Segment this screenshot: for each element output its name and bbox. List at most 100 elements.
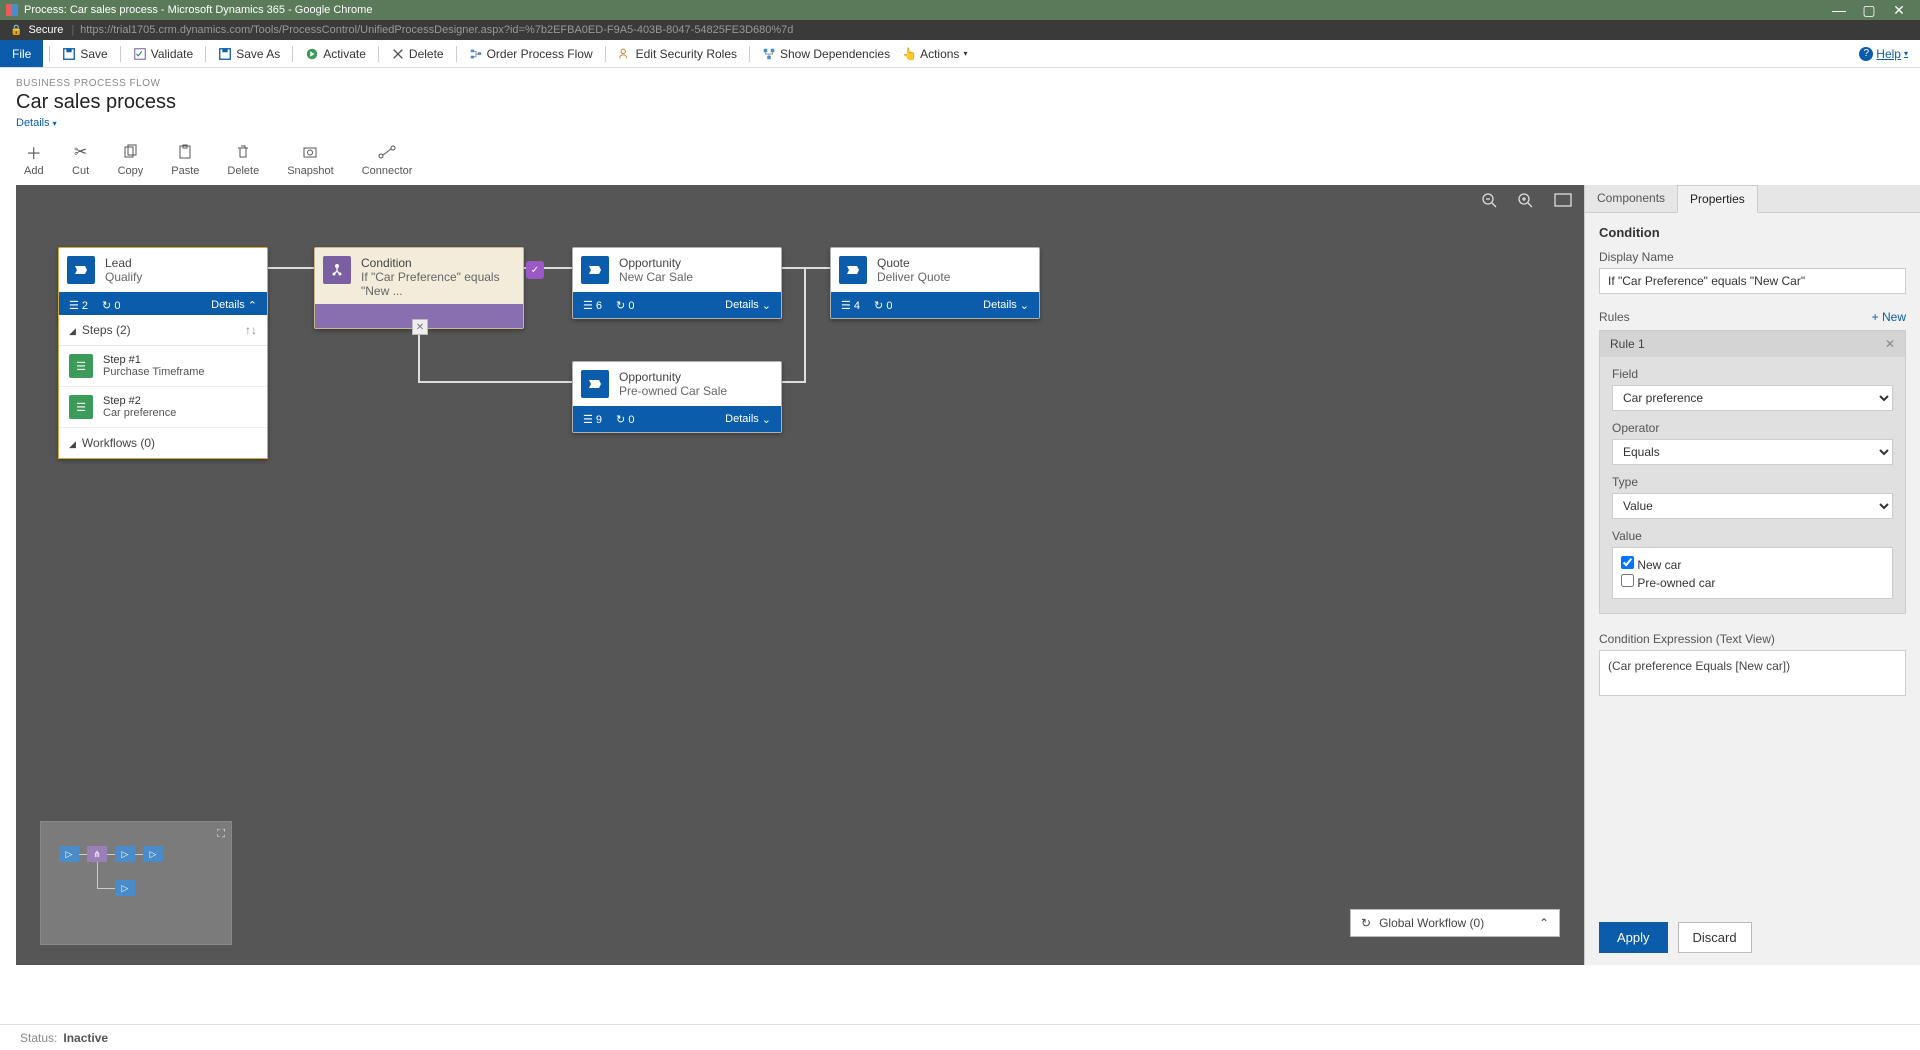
stage-node-opportunity-new[interactable]: Opportunity New Car Sale ☰ 6 ↻ 0 Details… — [572, 247, 782, 319]
flow-canvas[interactable]: Lead Qualify ☰ 2 ↻ 0 Details ⌃ ◢Steps (2… — [16, 185, 1584, 965]
field-select[interactable]: Car preference — [1612, 385, 1893, 411]
checkbox-newcar[interactable] — [1621, 556, 1634, 569]
discard-button[interactable]: Discard — [1678, 922, 1752, 953]
chevron-up-icon: ⌃ — [248, 299, 257, 312]
rule-delete-icon[interactable]: ✕ — [1885, 337, 1895, 351]
stage-node-quote[interactable]: Quote Deliver Quote ☰ 4 ↻ 0 Details ⌄ — [830, 247, 1040, 319]
main-area: Lead Qualify ☰ 2 ↻ 0 Details ⌃ ◢Steps (2… — [0, 185, 1920, 965]
checkbox-preowned[interactable] — [1621, 574, 1634, 587]
tab-properties[interactable]: Properties — [1677, 185, 1758, 213]
actions-icon: 👆 — [902, 47, 916, 61]
order-label: Order Process Flow — [487, 47, 593, 61]
edit-security-button[interactable]: Edit Security Roles — [612, 40, 743, 67]
node-subtitle: Pre-owned Car Sale — [619, 384, 727, 398]
condition-icon — [323, 256, 351, 284]
type-select[interactable]: Value — [1612, 493, 1893, 519]
process-title: Car sales process — [16, 91, 1904, 114]
window-title: Process: Car sales process - Microsoft D… — [24, 4, 1824, 16]
connector-line — [782, 381, 806, 383]
node-title: Opportunity — [619, 370, 727, 384]
apply-button[interactable]: Apply — [1599, 922, 1668, 953]
designer-toolbar: ＋Add ✂Cut Copy Paste Delete Snapshot Con… — [0, 129, 1920, 185]
url-text[interactable]: https://trial1705.crm.dynamics.com/Tools… — [80, 24, 793, 36]
minimap-expand-icon[interactable]: ⛶ — [217, 828, 225, 841]
connector-icon — [378, 143, 396, 161]
new-rule-button[interactable]: + New — [1872, 310, 1906, 324]
condition-node[interactable]: Condition If "Car Preference" equals "Ne… — [314, 247, 524, 329]
properties-section-title: Condition — [1599, 225, 1906, 240]
node-title: Condition — [361, 256, 515, 270]
details-toggle[interactable]: Details ⌄ — [983, 299, 1029, 312]
help-link[interactable]: ? Help ▾ — [1859, 47, 1908, 61]
delete-tool-label: Delete — [227, 165, 259, 177]
details-toggle[interactable]: Details ▾ — [16, 117, 57, 129]
connector-line — [268, 267, 314, 269]
minimap-node: ▷ — [115, 880, 135, 896]
saveas-button[interactable]: Save As — [212, 40, 286, 67]
workflow-count-icon: ↻ 0 — [874, 299, 892, 312]
details-toggle[interactable]: Details ⌄ — [725, 413, 771, 426]
collapse-icon: ◢ — [69, 326, 76, 336]
display-name-label: Display Name — [1599, 250, 1906, 264]
stage-icon — [839, 256, 867, 284]
window-maximize[interactable]: ▢ — [1854, 2, 1884, 19]
file-menu[interactable]: File — [0, 40, 43, 67]
save-button[interactable]: Save — [56, 40, 113, 67]
step-item[interactable]: ☰ Step #2Car preference — [59, 387, 267, 428]
trash-icon — [234, 143, 252, 161]
actions-label: Actions — [920, 47, 959, 61]
lock-icon: 🔒 — [10, 25, 22, 36]
value-options: New car Pre-owned car — [1612, 547, 1893, 599]
steps-header[interactable]: ◢Steps (2) ↑↓ — [59, 315, 267, 346]
chevron-up-icon: ⌃ — [1539, 916, 1549, 930]
display-name-input[interactable] — [1599, 268, 1906, 294]
show-dependencies-button[interactable]: Show Dependencies — [756, 40, 896, 67]
paste-tool[interactable]: Paste — [171, 143, 199, 177]
global-workflow-bar[interactable]: ↻ Global Workflow (0) ⌃ — [1350, 909, 1560, 937]
reorder-icons[interactable]: ↑↓ — [245, 323, 257, 337]
minimap-node: ▷ — [143, 846, 163, 862]
value-option-newcar[interactable]: New car — [1621, 556, 1884, 572]
workflows-header[interactable]: ◢Workflows (0) — [59, 428, 267, 458]
status-value: Inactive — [63, 1031, 108, 1045]
operator-select[interactable]: Equals — [1612, 439, 1893, 465]
properties-panel: Components Properties Condition Display … — [1584, 185, 1920, 965]
value-option-preowned[interactable]: Pre-owned car — [1621, 574, 1884, 590]
fit-screen-icon[interactable] — [1554, 193, 1572, 209]
add-label: Add — [24, 165, 44, 177]
window-minimize[interactable]: — — [1824, 2, 1854, 18]
activate-label: Activate — [323, 47, 366, 61]
add-tool[interactable]: ＋Add — [24, 143, 44, 177]
condition-close-button[interactable]: ✕ — [412, 319, 428, 335]
minimap[interactable]: ⛶ ▷ ⋔ ▷ ▷ ▷ — [40, 821, 232, 945]
panel-actions: Apply Discard — [1585, 910, 1920, 965]
snapshot-tool[interactable]: Snapshot — [287, 143, 333, 177]
scissors-icon: ✂ — [72, 143, 90, 161]
zoom-in-icon[interactable] — [1518, 193, 1534, 209]
tab-components[interactable]: Components — [1585, 185, 1677, 212]
zoom-out-icon[interactable] — [1482, 193, 1498, 209]
stage-node-opportunity-preowned[interactable]: Opportunity Pre-owned Car Sale ☰ 9 ↻ 0 D… — [572, 361, 782, 433]
delete-tool[interactable]: Delete — [227, 143, 259, 177]
copy-tool[interactable]: Copy — [118, 143, 144, 177]
window-close[interactable]: ✕ — [1884, 2, 1914, 19]
stage-node-lead[interactable]: Lead Qualify ☰ 2 ↻ 0 Details ⌃ — [58, 247, 268, 319]
step-item[interactable]: ☰ Step #1Purchase Timeframe — [59, 346, 267, 387]
saveas-label: Save As — [236, 47, 280, 61]
cut-tool[interactable]: ✂Cut — [72, 143, 90, 177]
details-toggle[interactable]: Details ⌃ — [211, 299, 257, 312]
step-icon: ☰ — [69, 354, 93, 378]
dependencies-icon — [762, 47, 776, 61]
condition-true-badge: ✓ — [526, 261, 544, 279]
connector-line — [418, 381, 572, 383]
camera-icon — [301, 143, 319, 161]
order-process-button[interactable]: Order Process Flow — [463, 40, 599, 67]
connector-tool[interactable]: Connector — [362, 143, 413, 177]
validate-label: Validate — [151, 47, 193, 61]
actions-menu[interactable]: 👆 Actions ▾ — [896, 40, 973, 67]
activate-button[interactable]: Activate — [299, 40, 372, 67]
delete-button[interactable]: Delete — [385, 40, 450, 67]
details-toggle[interactable]: Details ⌄ — [725, 299, 771, 312]
step-title: Step #1 — [103, 354, 204, 366]
validate-button[interactable]: Validate — [127, 40, 199, 67]
